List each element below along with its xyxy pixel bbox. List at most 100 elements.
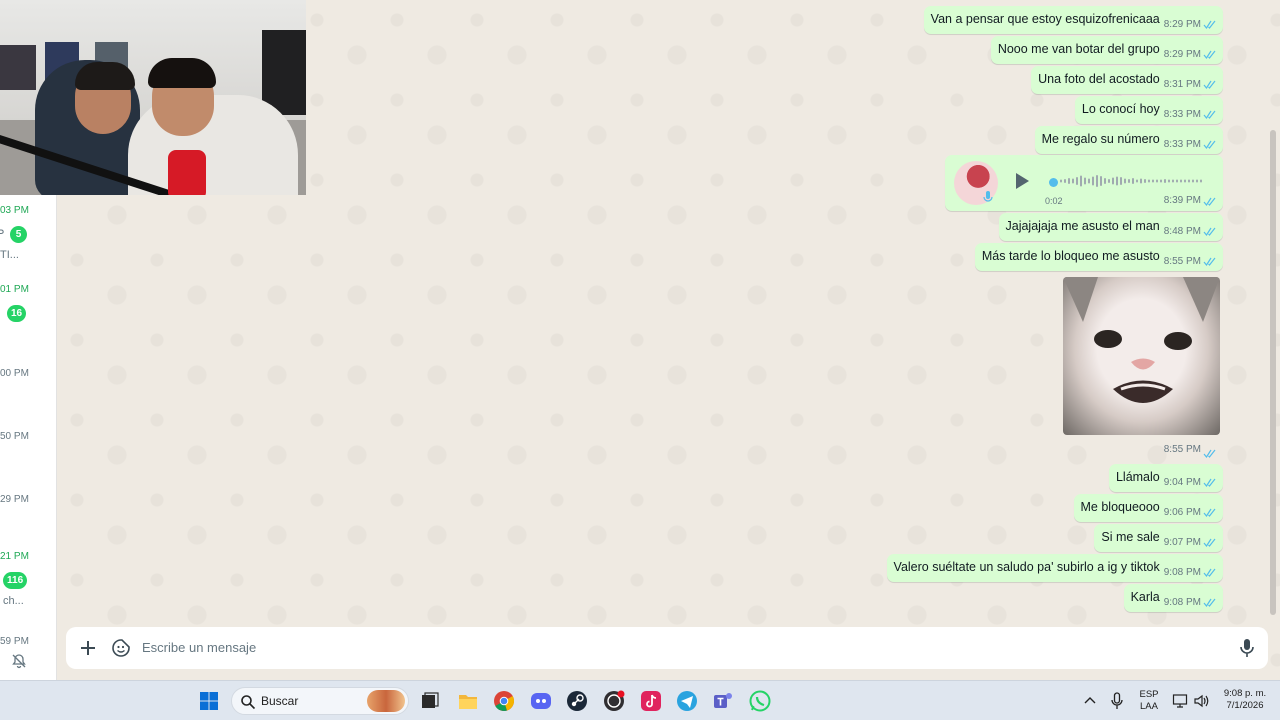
telegram-icon[interactable] (676, 690, 698, 712)
message-time: 9:06 PM (1163, 507, 1201, 518)
message-bubble[interactable]: Si me sale 9:07 PM (1094, 524, 1223, 552)
waveform-bar (1136, 179, 1138, 183)
attach-plus-icon[interactable] (79, 639, 97, 657)
read-ticks-icon (1203, 478, 1216, 487)
message-bubble[interactable]: Jajajajaja me asusto el man 8:48 PM (998, 213, 1223, 241)
waveform-bar (1128, 179, 1130, 183)
waveform-bar (1148, 179, 1150, 183)
waveform-bar (1172, 179, 1174, 183)
taskbar-search-box[interactable]: Buscar (231, 687, 409, 715)
mic-icon[interactable] (1238, 638, 1256, 658)
waveform-bar (1088, 178, 1090, 184)
message-input[interactable]: Escribe un mensaje (142, 627, 256, 669)
voice-note-message[interactable]: 0:02 8:39 PM (945, 155, 1223, 211)
read-ticks-icon (1203, 508, 1216, 517)
waveform-bar (1196, 179, 1198, 183)
voice-duration: 0:02 (1045, 196, 1063, 206)
read-ticks-icon (1203, 257, 1216, 266)
windows-start-icon[interactable] (198, 690, 220, 712)
waveform-bar (1176, 179, 1178, 183)
play-icon[interactable] (1014, 172, 1030, 190)
message-text: Me bloqueooo (1080, 500, 1160, 514)
obs-icon[interactable] (603, 690, 625, 712)
chat-list-time: 50 PM (0, 431, 29, 442)
message-text: Karla (1130, 590, 1160, 604)
read-ticks-icon (1203, 227, 1216, 236)
photo-time: 8:55 PM (1164, 444, 1223, 462)
message-composer: Escribe un mensaje (66, 627, 1268, 669)
discord-icon[interactable] (530, 690, 552, 712)
message-bubble[interactable]: Llámalo 9:04 PM (1108, 464, 1223, 492)
sticker-emoji-icon[interactable] (111, 638, 131, 658)
show-hidden-icons-chevron-icon[interactable] (1084, 695, 1096, 705)
waveform-bar (1080, 175, 1082, 187)
playback-position-dot[interactable] (1049, 178, 1058, 187)
waveform-bar (1192, 179, 1194, 183)
message-bubble[interactable]: Karla 9:08 PM (1123, 584, 1223, 612)
message-text: Van a pensar que estoy esquizofrenicaaa (930, 12, 1160, 26)
cat-photo (1063, 277, 1220, 403)
message-bubble[interactable]: Una foto del acostado 8:31 PM (1031, 66, 1223, 94)
waveform-bar (1068, 178, 1070, 184)
message-text: Me regalo su número (1041, 132, 1160, 146)
read-ticks-icon (1203, 598, 1216, 607)
message-time: 8:39 PM (1163, 195, 1201, 206)
message-bubble[interactable]: Más tarde lo bloqueo me asusto 8:55 PM (974, 243, 1223, 271)
microphone-tray-icon[interactable] (1110, 692, 1124, 710)
message-time: 8:33 PM (1163, 109, 1201, 120)
waveform-bar (1124, 178, 1126, 184)
unread-badge: 116 (3, 572, 28, 589)
waveform-bar (1084, 177, 1086, 185)
message-time: 8:31 PM (1163, 79, 1201, 90)
message-bubble[interactable]: Van a pensar que estoy esquizofrenicaaa 8… (923, 6, 1223, 34)
file-explorer-icon[interactable] (457, 690, 479, 712)
message-text: Llámalo (1115, 470, 1160, 484)
unread-badge: 16 (7, 305, 27, 322)
scrollbar[interactable] (1270, 130, 1276, 615)
screen: 03 PM ᕈ 5 TI... 01 PM 16 00 PM 50 PM 29 … (0, 0, 1280, 720)
waveform-bar (1064, 179, 1066, 183)
message-time: 8:48 PM (1163, 226, 1201, 237)
message-text: Más tarde lo bloqueo me asusto (981, 249, 1160, 263)
waveform-bar (1120, 177, 1122, 185)
message-bubble[interactable]: Me regalo su número 8:33 PM (1034, 126, 1223, 154)
language-code: ESP (1139, 689, 1159, 700)
chrome-icon[interactable] (493, 690, 515, 712)
clock-time: 9:08 p. m. (1223, 688, 1267, 699)
network-icon[interactable] (1172, 693, 1188, 709)
chat-list-snippet: ch... (3, 595, 24, 607)
task-view-icon[interactable] (419, 690, 441, 712)
waveform-bar (1156, 179, 1158, 183)
photo-message-image[interactable] (1063, 277, 1220, 435)
system-clock[interactable]: 9:08 p. m. 7/1/2026 (1216, 688, 1274, 712)
whatsapp-icon[interactable] (749, 690, 771, 712)
read-ticks-icon (1203, 140, 1216, 149)
chat-list-time: 29 PM (0, 494, 29, 505)
steam-icon[interactable] (566, 690, 588, 712)
waveform-bar (1100, 176, 1102, 186)
message-bubble[interactable]: Lo conocí hoy 8:33 PM (1074, 96, 1223, 124)
read-ticks-icon (1203, 110, 1216, 119)
message-text: Lo conocí hoy (1081, 102, 1160, 116)
teams-icon[interactable] (712, 690, 734, 712)
message-text: Nooo me van botar del grupo (997, 42, 1160, 56)
clock-date: 7/1/2026 (1226, 700, 1264, 711)
waveform-bar (1112, 177, 1114, 185)
tiktok-icon[interactable] (640, 690, 662, 712)
volume-icon[interactable] (1193, 693, 1209, 709)
message-bubble[interactable]: Nooo me van botar del grupo 8:29 PM (990, 36, 1223, 64)
message-time: 8:55 PM (1163, 444, 1201, 455)
keyboard-layout: LAA (1140, 701, 1158, 712)
chat-list-time: 59 PM (0, 636, 29, 647)
waveform-bar (1108, 179, 1110, 183)
waveform[interactable] (1060, 173, 1206, 189)
message-bubble[interactable]: Me bloqueooo 9:06 PM (1073, 494, 1223, 522)
message-bubble[interactable]: Valero suéltate un saludo pa' subirlo a … (886, 554, 1223, 582)
message-time: 8:55 PM (1163, 256, 1201, 267)
waveform-bar (1072, 178, 1074, 184)
waveform-bar (1140, 178, 1142, 184)
input-language[interactable]: ESP LAA (1137, 689, 1161, 713)
message-text: Una foto del acostado (1038, 72, 1160, 86)
search-fragment-icon: ᕈ (0, 229, 5, 240)
waveform-bar (1132, 178, 1134, 184)
